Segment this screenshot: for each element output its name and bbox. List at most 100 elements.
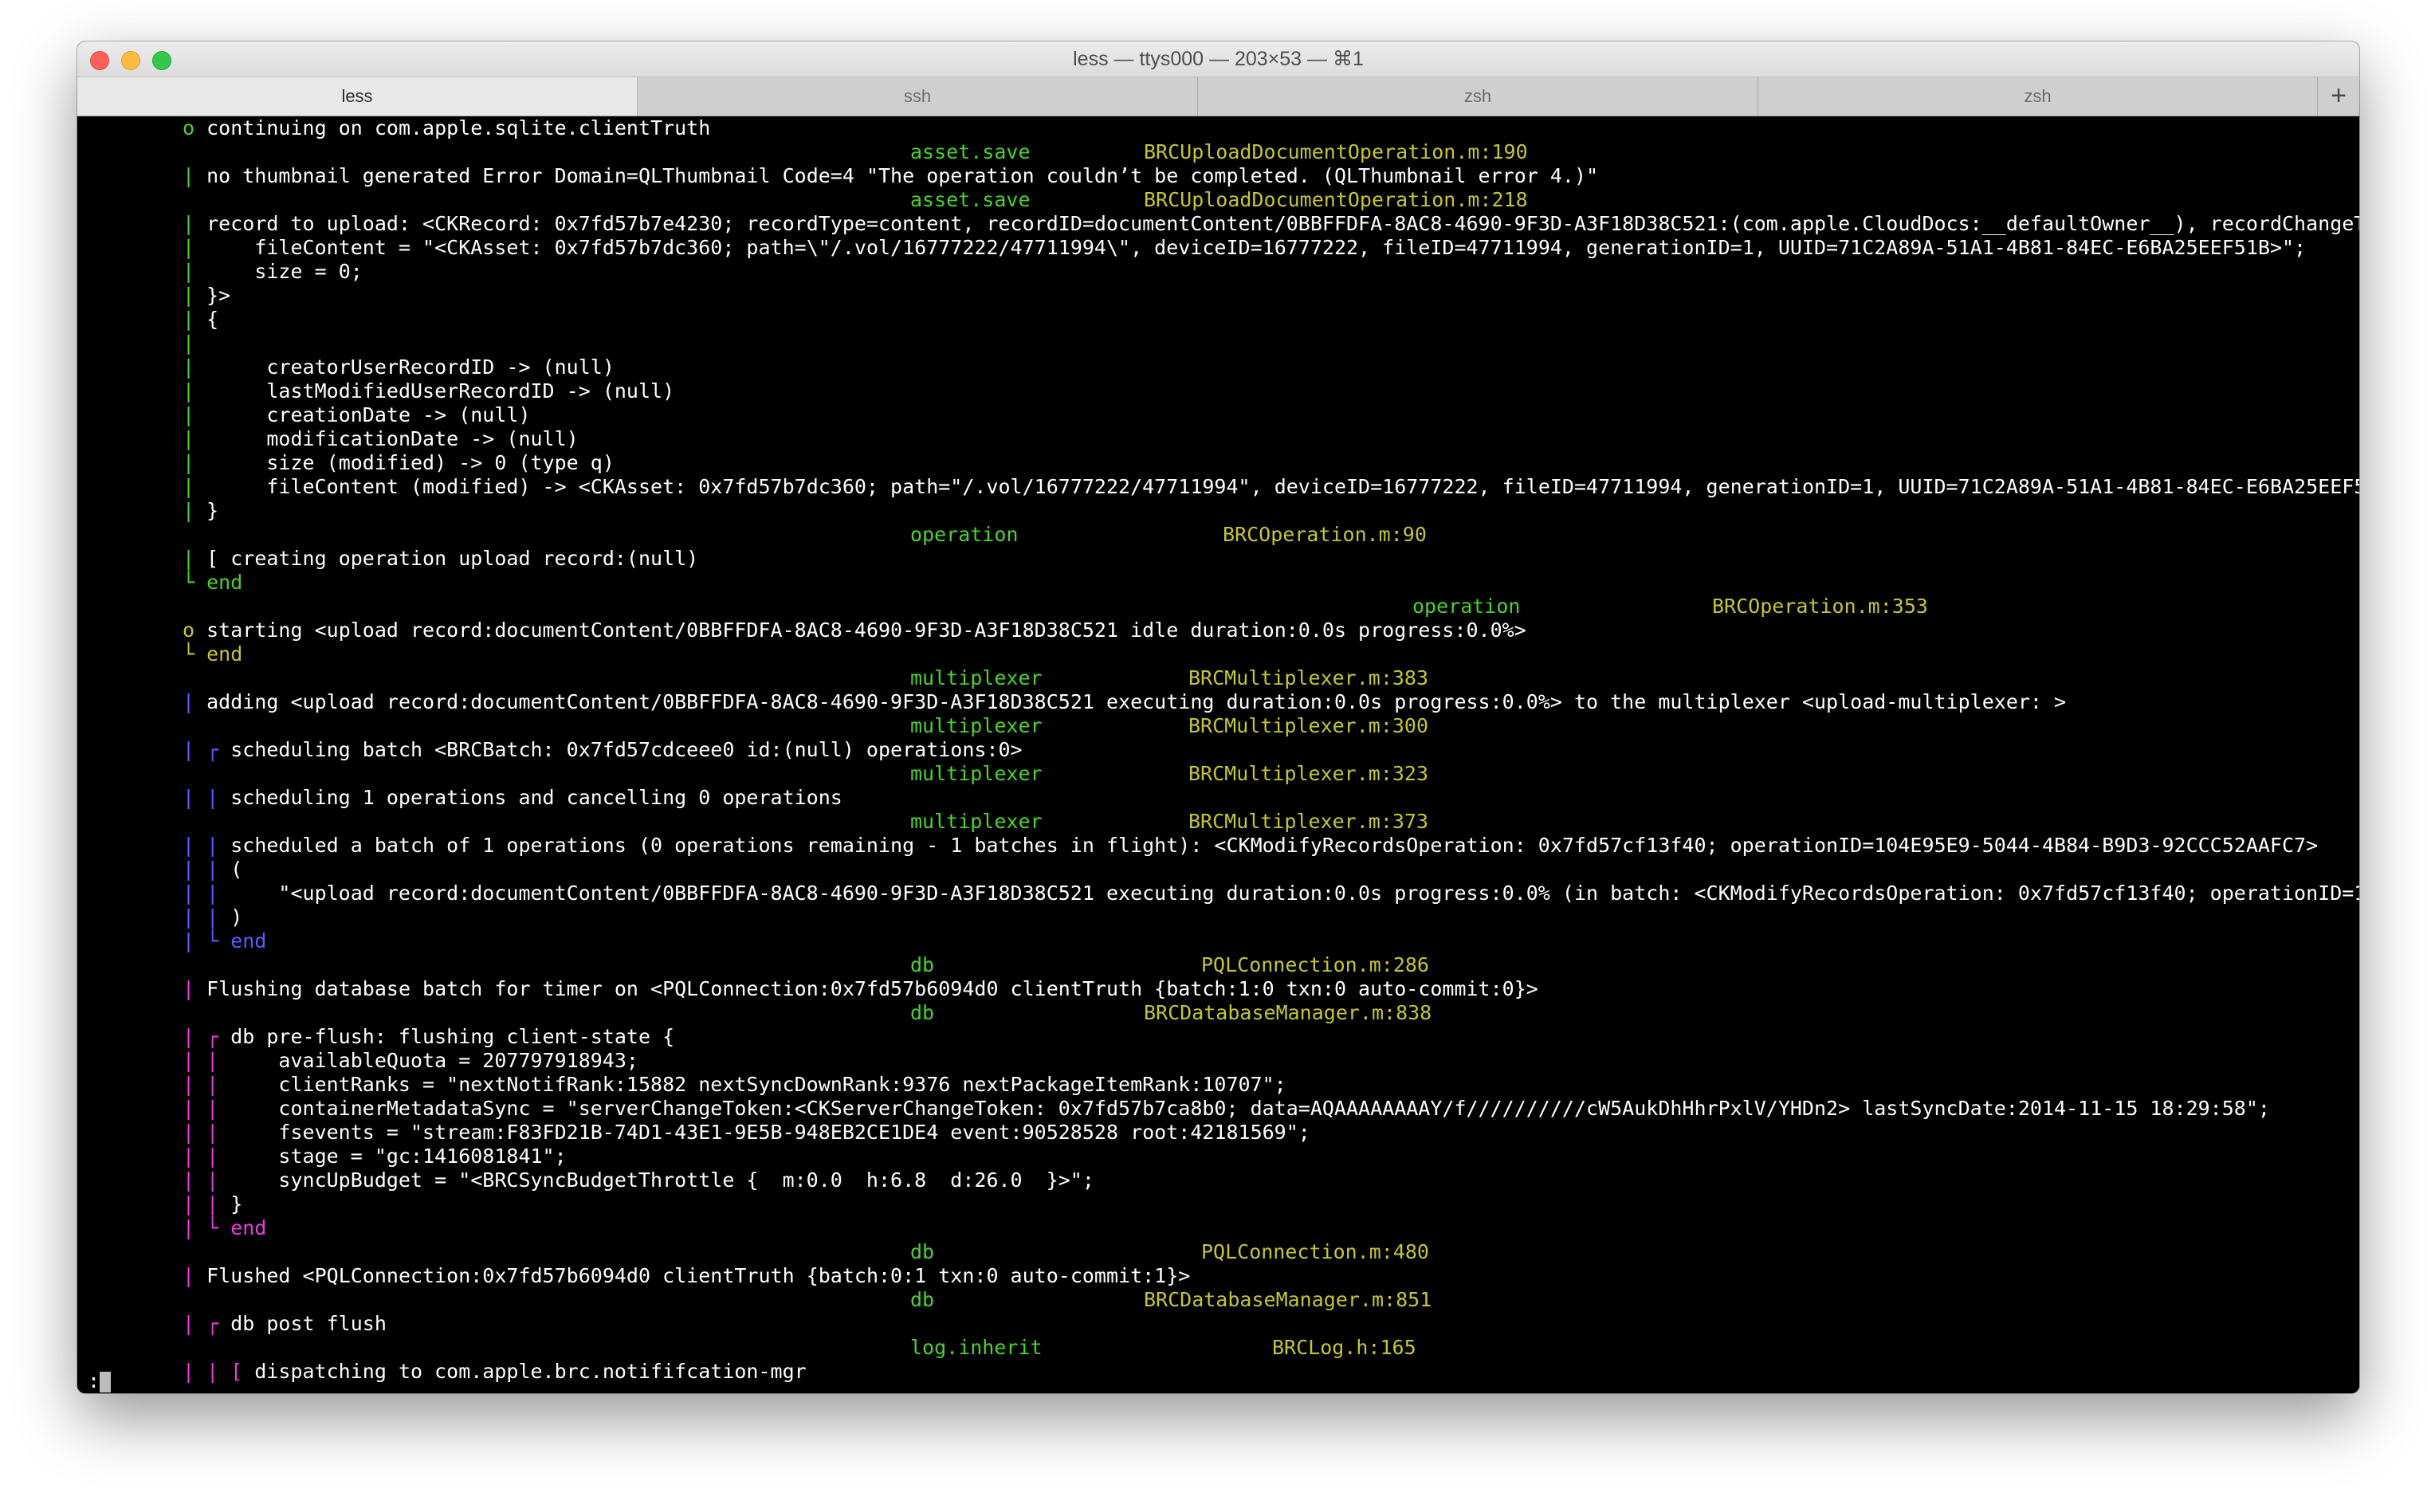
log-source: BRCOperation.m:353 (1712, 595, 1928, 618)
log-line: | (183, 332, 206, 355)
log-text: db post flush (230, 1312, 387, 1335)
log-tag: db (910, 1001, 935, 1024)
tree-marker: | (183, 451, 195, 474)
log-line: | ┌ db post flush (183, 1312, 387, 1336)
tree-marker: | (183, 284, 195, 307)
log-line: | [ creating operation upload record:(nu… (183, 547, 698, 571)
tree-marker: | └ (183, 929, 219, 952)
less-prompt[interactable]: : (88, 1369, 112, 1393)
log-text: fsevents = "stream:F83FD21B-74D1-43E1-9E… (230, 1121, 1310, 1144)
cursor-block (100, 1372, 112, 1392)
log-line: | ┌ scheduling batch <BRCBatch: 0x7fd57c… (183, 738, 1023, 762)
log-meta-source: BRCDatabaseManager.m:851 (1144, 1288, 1432, 1312)
log-text: syncUpBudget = "<BRCSyncBudgetThrottle {… (230, 1168, 1094, 1192)
log-text: db pre-flush: flushing client-state { (230, 1025, 675, 1048)
log-source: BRCUploadDocumentOperation.m:190 (1144, 140, 1528, 163)
tree-marker: | | (183, 1192, 219, 1215)
tab-ssh[interactable]: ssh (638, 77, 1198, 116)
log-meta-line: operation (1412, 595, 1520, 619)
log-line: o continuing on com.apple.sqlite.clientT… (183, 116, 710, 140)
terminal-output[interactable]: o continuing on com.apple.sqlite.clientT… (77, 116, 2359, 1393)
log-meta-source: PQLConnection.m:480 (1201, 1240, 1429, 1264)
log-meta-line: multiplexer (910, 666, 1043, 690)
log-meta-source: BRCMultiplexer.m:300 (1188, 714, 1428, 738)
log-meta-source: BRCDatabaseManager.m:838 (1144, 1001, 1432, 1025)
tree-marker: | (183, 379, 195, 403)
tree-marker: | (183, 164, 195, 187)
log-text: modificationDate -> (null) (206, 427, 579, 450)
log-tag: db (910, 1288, 935, 1311)
tree-marker: | ┌ (183, 1025, 219, 1048)
log-source: BRCDatabaseManager.m:838 (1144, 1001, 1432, 1024)
log-line: | | containerMetadataSync = "serverChang… (183, 1097, 2270, 1121)
tree-marker: | (183, 236, 195, 259)
log-text: scheduled a batch of 1 operations (0 ope… (230, 834, 2319, 857)
log-meta-source: BRCOperation.m:90 (1223, 523, 1427, 547)
log-text: availableQuota = 207797918943; (230, 1049, 638, 1072)
log-line: | ┌ db pre-flush: flushing client-state … (183, 1025, 674, 1049)
log-line: | size = 0; (183, 260, 363, 284)
log-text: ) (230, 905, 243, 929)
log-tag: asset.save (910, 140, 1031, 163)
end-keyword: end (206, 642, 243, 666)
log-text: "<upload record:documentContent/0BBFFDFA… (230, 882, 2359, 905)
tree-marker: | (183, 427, 195, 450)
log-line: | }> (183, 284, 230, 308)
log-tag: multiplexer (910, 666, 1043, 689)
log-text: } (230, 1192, 243, 1215)
tree-marker: └ (183, 571, 195, 594)
tab-zsh-2[interactable]: zsh (1758, 77, 2318, 116)
log-text: lastModifiedUserRecordID -> (null) (206, 379, 675, 403)
tree-marker: | | (183, 1097, 219, 1120)
log-line: | creatorUserRecordID -> (null) (183, 355, 615, 379)
log-line: | | fsevents = "stream:F83FD21B-74D1-43E… (183, 1121, 1310, 1145)
new-tab-button[interactable]: + (2318, 77, 2359, 116)
log-tag: multiplexer (910, 810, 1043, 833)
log-line: | no thumbnail generated Error Domain=QL… (183, 164, 1598, 188)
log-source: BRCMultiplexer.m:300 (1188, 714, 1429, 737)
log-line: | creationDate -> (null) (183, 403, 531, 427)
tab-less[interactable]: less (77, 77, 638, 116)
log-text: continuing on com.apple.sqlite.clientTru… (206, 116, 711, 139)
log-text: scheduling 1 operations and cancelling 0… (230, 786, 842, 809)
tree-marker: | | (183, 1049, 219, 1072)
log-text: creationDate -> (null) (206, 403, 531, 426)
log-meta-line: multiplexer (910, 714, 1043, 738)
log-meta-source: BRCUploadDocumentOperation.m:190 (1144, 140, 1528, 164)
log-meta-line: operation (910, 523, 1018, 547)
tree-marker: | | (183, 905, 219, 929)
log-line: | Flushing database batch for timer on <… (183, 977, 1538, 1001)
tree-marker: | | (183, 1073, 219, 1096)
log-meta-source: PQLConnection.m:286 (1201, 953, 1429, 977)
log-text: starting <upload record:documentContent/… (206, 619, 1526, 642)
log-meta-line: multiplexer (910, 762, 1043, 786)
log-meta-line: db (910, 1240, 934, 1264)
prompt-colon: : (88, 1369, 100, 1392)
tree-marker: | (183, 977, 195, 1000)
tree-marker: | | (183, 1121, 219, 1144)
log-text: ( (230, 858, 243, 881)
tree-marker: | (183, 332, 195, 355)
log-text: { (206, 308, 219, 331)
tree-marker: | (183, 547, 195, 570)
tree-marker: | (183, 355, 195, 379)
log-line: | size (modified) -> 0 (type q) (183, 451, 615, 475)
log-text: no thumbnail generated Error Domain=QLTh… (206, 164, 1599, 187)
log-text: clientRanks = "nextNotifRank:15882 nextS… (230, 1073, 1286, 1096)
log-text: } (206, 499, 219, 522)
open-marker: o (183, 116, 195, 139)
tree-marker: | | [ (183, 1360, 243, 1383)
title-bar[interactable]: less — ttys000 — 203×53 — ⌘1 (77, 41, 2359, 77)
tree-marker: └ (183, 642, 195, 666)
log-source: PQLConnection.m:480 (1201, 1240, 1429, 1263)
log-text: dispatching to com.apple.brc.notififcati… (254, 1360, 807, 1383)
log-meta-source: BRCUploadDocumentOperation.m:218 (1144, 188, 1528, 212)
tree-marker: | (183, 1264, 195, 1287)
log-meta-source: BRCMultiplexer.m:373 (1188, 810, 1428, 834)
log-line: | └ end (183, 1216, 266, 1240)
end-keyword: end (230, 1216, 267, 1239)
log-meta-line: db (910, 1001, 934, 1025)
log-line: | └ end (183, 929, 266, 953)
tab-zsh-1[interactable]: zsh (1198, 77, 1758, 116)
tree-marker: | (183, 260, 195, 283)
